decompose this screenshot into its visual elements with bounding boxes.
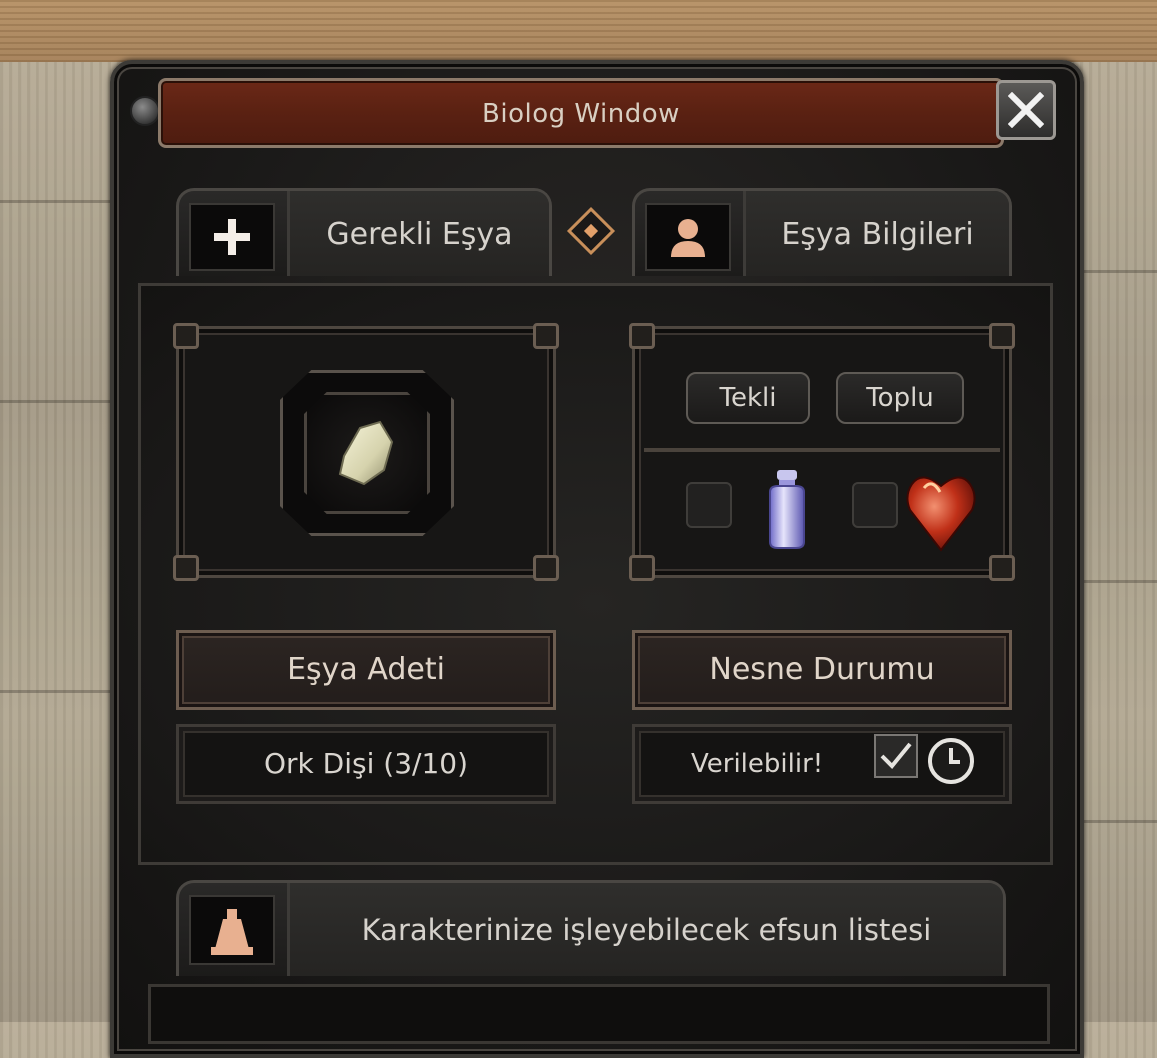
potion-checkbox[interactable]	[686, 482, 732, 528]
tab-required-item[interactable]: Gerekli Eşya	[176, 188, 552, 276]
divider	[644, 448, 1000, 452]
tab-item-info-label: Eşya Bilgileri	[781, 217, 974, 252]
status-checkbox[interactable]	[874, 734, 918, 778]
item-count-label: Eşya Adeti	[176, 630, 556, 710]
plus-icon	[189, 203, 275, 271]
close-icon	[1008, 92, 1044, 128]
flask-icon	[189, 895, 275, 965]
stone-seam	[1076, 270, 1157, 273]
stone-seam	[1076, 820, 1157, 823]
checkmark-icon	[880, 742, 912, 769]
bonus-list-panel	[148, 984, 1050, 1044]
heart-gem-checkbox[interactable]	[852, 482, 898, 528]
bonus-list-header[interactable]: Karakterinize işleyebilecek efsun listes…	[176, 880, 1006, 976]
wood-background	[0, 0, 1157, 62]
window-gem-icon	[130, 96, 160, 126]
item-count-value: Ork Dişi (3/10)	[176, 724, 556, 804]
stone-seam	[0, 690, 110, 693]
bulk-button[interactable]: Toplu	[836, 372, 964, 424]
window-title: Biolog Window	[482, 99, 680, 129]
stone-seam	[0, 400, 110, 403]
bone-fragment-icon	[338, 420, 394, 486]
potion-bottle-icon	[769, 470, 805, 549]
item-status-label: Nesne Durumu	[632, 630, 1012, 710]
bonus-list-label: Karakterinize işleyebilecek efsun listes…	[361, 913, 932, 947]
tab-item-info[interactable]: Eşya Bilgileri	[632, 188, 1012, 276]
title-bar[interactable]: Biolog Window	[158, 78, 1004, 148]
tab-required-item-label: Gerekli Eşya	[326, 217, 513, 252]
clock-icon[interactable]	[926, 736, 976, 786]
single-button[interactable]: Tekli	[686, 372, 810, 424]
person-icon	[645, 203, 731, 271]
close-button[interactable]	[996, 80, 1056, 140]
stone-seam	[0, 200, 110, 203]
stone-seam	[1076, 580, 1157, 583]
red-heart-gem-icon	[906, 476, 976, 552]
